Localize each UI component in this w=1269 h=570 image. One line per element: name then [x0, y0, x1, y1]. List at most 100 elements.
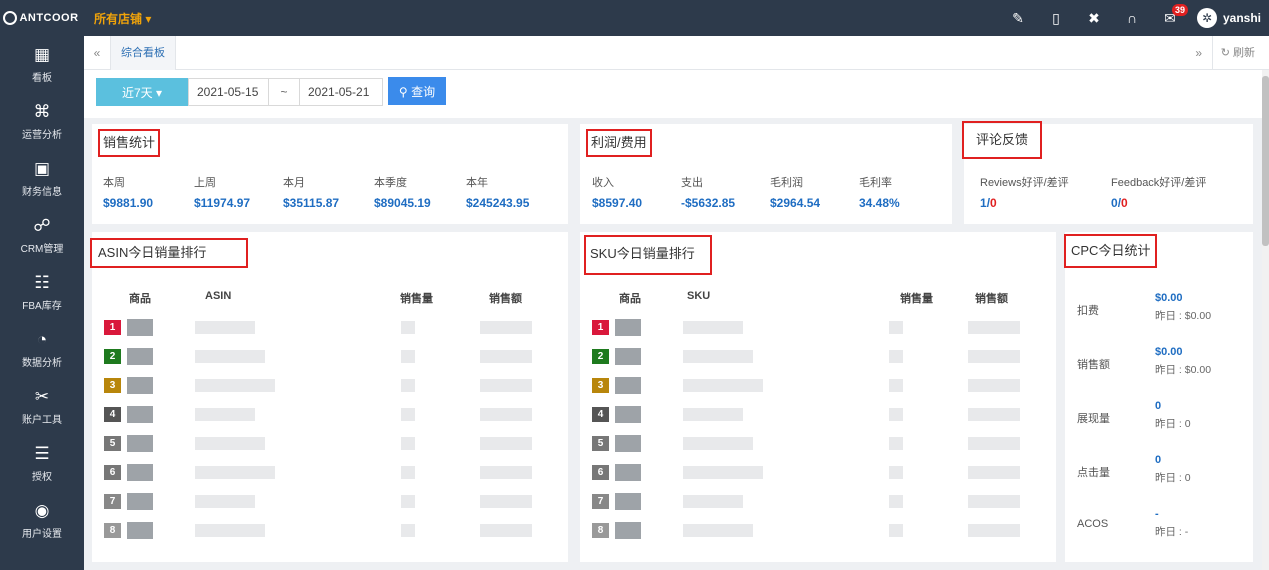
cpc-value: 0 [1155, 400, 1162, 412]
user-menu[interactable]: ✲ yanshi [1196, 8, 1261, 28]
cpc-label: 展现量 [1077, 413, 1110, 425]
table-row[interactable]: 6 [580, 464, 1056, 482]
search-icon: ⚲ [398, 84, 408, 99]
sidebar-item-5[interactable]: ◔ 数据分析 [0, 321, 84, 378]
sidebar-item-6[interactable]: ✂ 账户工具 [0, 378, 84, 435]
stat-label: 支出 [681, 177, 703, 189]
sidebar-item-7[interactable]: ☰ 授权 [0, 435, 84, 492]
table-row[interactable]: 2 [92, 348, 568, 366]
stat-label: 本年 [466, 177, 488, 189]
sales-qty-redacted [889, 524, 903, 537]
table-row[interactable]: 8 [580, 522, 1056, 540]
sales-amount-redacted [480, 437, 532, 450]
sidebar-item-8[interactable]: ◉ 用户设置 [0, 492, 84, 549]
sales-qty-redacted [401, 437, 415, 450]
review-good-count: 0 [1111, 196, 1118, 210]
sidebar-item-0[interactable]: ▦ 看板 [0, 36, 84, 93]
pin-icon[interactable]: ✎ [999, 10, 1037, 27]
review-bad-count: 0 [990, 196, 997, 210]
query-label: 查询 [411, 84, 436, 99]
stat-value: $245243.95 [466, 196, 530, 210]
table-row[interactable]: 3 [580, 377, 1056, 395]
table-row[interactable]: 3 [92, 377, 568, 395]
store-select[interactable]: 所有店铺 ▾ [94, 10, 151, 27]
cpc-stat: 点击量 0 昨日 : 0 [1077, 454, 1247, 488]
product-id-redacted [195, 495, 255, 508]
sidebar-item-4[interactable]: ☷ FBA库存 [0, 264, 84, 321]
sidebar-item-label: 运营分析 [22, 129, 62, 141]
end-date-input[interactable] [299, 78, 383, 106]
sidebar-item-label: 财务信息 [22, 186, 62, 198]
expand-icon[interactable]: ✖ [1075, 10, 1113, 27]
sidebar-item-label: 看板 [32, 72, 52, 84]
profit-stat: 毛利润 $2964.54 [770, 174, 820, 210]
sales-amount-redacted [968, 321, 1020, 334]
table-row[interactable]: 7 [580, 493, 1056, 511]
sales-stat: 本月 $35115.87 [283, 174, 339, 210]
table-row[interactable]: 5 [580, 435, 1056, 453]
sidebar-item-label: 用户设置 [22, 528, 62, 540]
start-date-input[interactable] [188, 78, 269, 106]
cpc-label: ACOS [1077, 518, 1109, 530]
column-header: SKU [687, 290, 711, 302]
stat-value: $11974.97 [194, 196, 251, 210]
headset-icon[interactable]: ∩ [1113, 10, 1151, 26]
sidebar-item-1[interactable]: ⌘ 运营分析 [0, 93, 84, 150]
column-header: 商品 [619, 293, 641, 305]
sales-qty-redacted [401, 379, 415, 392]
table-row[interactable]: 1 [580, 319, 1056, 337]
sales-qty-redacted [889, 437, 903, 450]
table-row[interactable]: 8 [92, 522, 568, 540]
tab-scroll-left-icon[interactable]: « [84, 46, 110, 60]
sales-amount-redacted [480, 466, 532, 479]
table-row[interactable]: 4 [580, 406, 1056, 424]
pie-icon: ◔ [36, 329, 48, 349]
sales-amount-redacted [968, 524, 1020, 537]
cpc-label: 点击量 [1077, 467, 1110, 479]
rank-badge: 4 [592, 407, 609, 422]
sales-amount-redacted [968, 437, 1020, 450]
sidebar-item-2[interactable]: ▣ 财务信息 [0, 150, 84, 207]
product-id-redacted [195, 408, 255, 421]
sales-qty-redacted [889, 466, 903, 479]
query-button[interactable]: ⚲ 查询 [388, 77, 446, 105]
panel-title: CPC今日统计 [1064, 234, 1158, 268]
refresh-button[interactable]: ↻ 刷新 [1211, 35, 1269, 70]
sidebar-item-3[interactable]: ☍ CRM管理 [0, 207, 84, 264]
refresh-label: 刷新 [1233, 46, 1255, 59]
product-thumbnail [127, 406, 153, 423]
date-range-dropdown[interactable]: 近7天 ▾ [96, 78, 188, 106]
mail-icon[interactable]: ✉ 39 [1151, 3, 1189, 27]
tab-dashboard[interactable]: 综合看板 [110, 35, 176, 70]
stat-value: $8597.40 [592, 196, 643, 210]
table-row[interactable]: 2 [580, 348, 1056, 366]
cpc-value: $0.00 [1155, 346, 1183, 358]
tab-scroll-right-icon[interactable]: » [1186, 46, 1212, 60]
table-row[interactable]: 6 [92, 464, 568, 482]
scrollbar-thumb[interactable] [1262, 76, 1269, 246]
sales-qty-redacted [401, 408, 415, 421]
table-row[interactable]: 5 [92, 435, 568, 453]
mobile-icon[interactable]: ▯ [1037, 10, 1075, 27]
product-id-redacted [195, 379, 275, 392]
product-id-redacted [683, 495, 743, 508]
cpc-yesterday: 昨日 : - [1155, 526, 1189, 538]
sku-rank-panel: SKU今日销量排行 商品 SKU 销售量 销售额 1 2 3 4 5 6 7 8 [580, 232, 1056, 562]
sidebar-item-label: 账户工具 [22, 414, 62, 426]
table-row[interactable]: 7 [92, 493, 568, 511]
table-row[interactable]: 1 [92, 319, 568, 337]
sales-stat: 本周 $9881.90 [103, 174, 153, 210]
stat-value: $9881.90 [103, 196, 154, 210]
app-logo[interactable]: ANTCOOR [0, 0, 82, 36]
product-id-redacted [683, 408, 743, 421]
sales-stats-panel: 销售统计 本周 $9881.90 上周 $11974.97 本月 $35115.87 本季度… [92, 124, 568, 224]
product-thumbnail [615, 406, 641, 423]
column-header: 销售量 [400, 293, 433, 305]
review-bad-count: 0 [1121, 196, 1128, 210]
sales-qty-redacted [889, 495, 903, 508]
panel-title: 利润/费用 [586, 129, 652, 157]
cpc-label: 销售额 [1077, 359, 1110, 371]
table-row[interactable]: 4 [92, 406, 568, 424]
sales-stat: 本季度 $89045.19 [374, 174, 431, 210]
user-icon: ◉ [34, 500, 50, 520]
